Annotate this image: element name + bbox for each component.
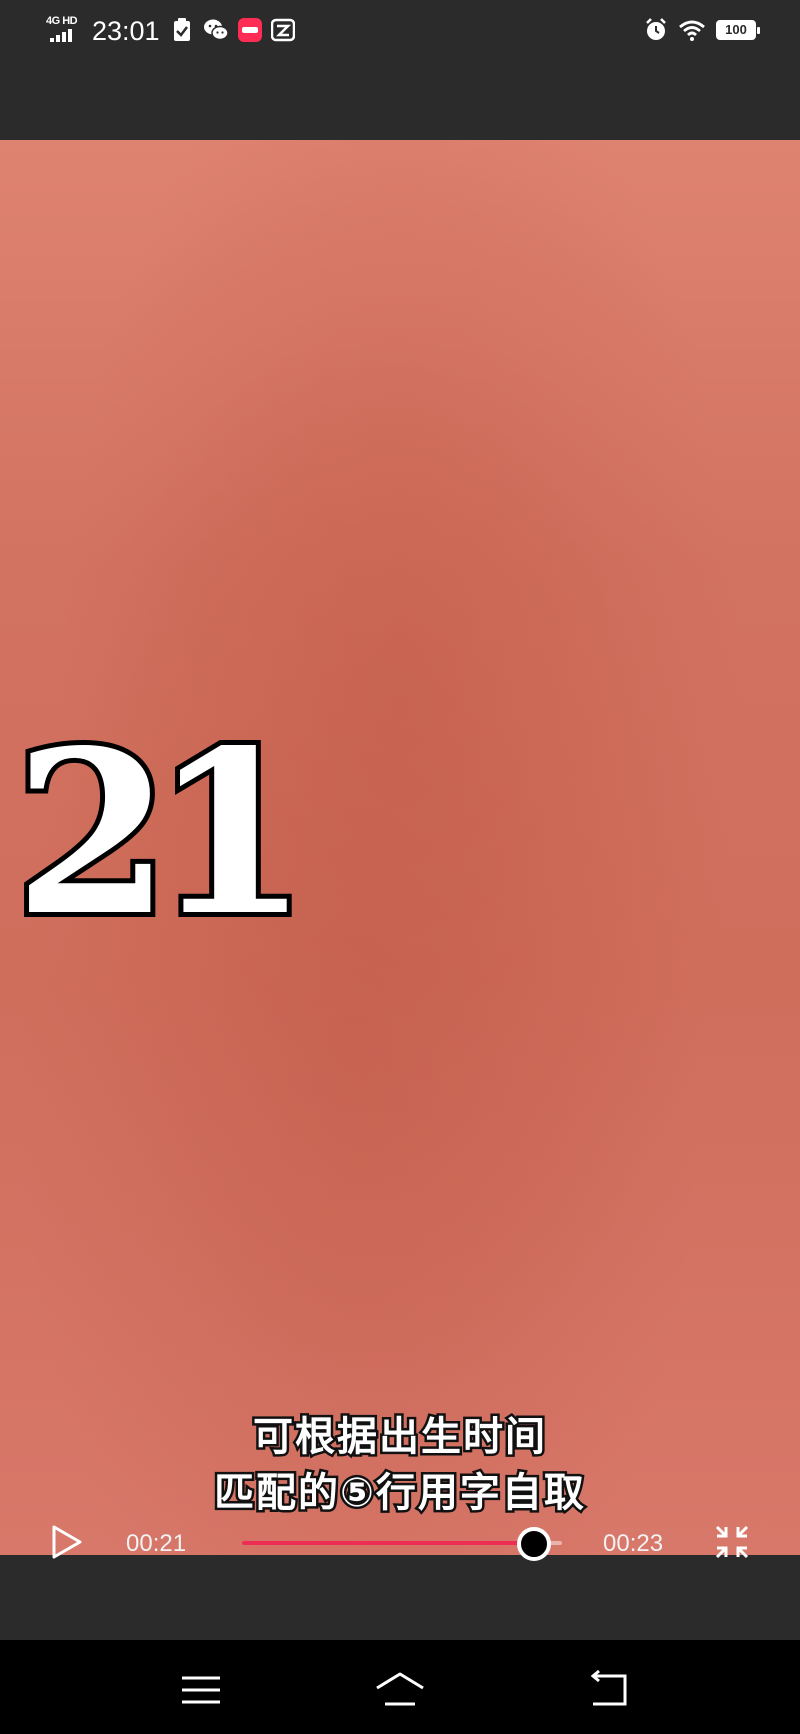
checklist-icon <box>174 18 190 41</box>
progress-fill <box>242 1541 530 1545</box>
alarm-icon <box>646 18 666 40</box>
wallet-icon <box>271 18 295 42</box>
player-controls: 00:21 00:23 <box>0 1510 800 1580</box>
home-icon[interactable] <box>375 1670 425 1710</box>
progress-knob[interactable] <box>517 1527 551 1561</box>
screen: 4G HD 23:01 100 21 可根据出生时间 匹配的⑤行用字自取 00:… <box>0 0 800 1734</box>
wechat-icon <box>204 19 229 41</box>
subtitle-line-1: 可根据出生时间 <box>251 1412 548 1463</box>
status-time: 23:01 <box>92 16 160 46</box>
status-bar: 4G HD 23:01 100 <box>0 0 800 64</box>
progress-bar[interactable] <box>242 1527 562 1561</box>
current-time: 00:21 <box>126 1530 187 1557</box>
overlay-number: 21 <box>9 702 314 966</box>
play-icon[interactable] <box>50 1524 84 1560</box>
network-type: 4G HD <box>46 15 78 27</box>
battery-icon: 100 <box>716 20 760 40</box>
back-icon[interactable] <box>585 1670 635 1710</box>
video-player[interactable]: 21 <box>0 140 800 1555</box>
battery-level: 100 <box>725 22 747 37</box>
menu-icon[interactable] <box>176 1670 226 1710</box>
signal-icon: 4G HD <box>46 15 82 45</box>
navigation-bar <box>0 1640 800 1734</box>
wifi-icon <box>679 20 705 41</box>
duration-time: 00:23 <box>603 1530 664 1557</box>
app-badge-icon <box>238 18 262 42</box>
exit-fullscreen-icon[interactable] <box>714 1524 750 1560</box>
